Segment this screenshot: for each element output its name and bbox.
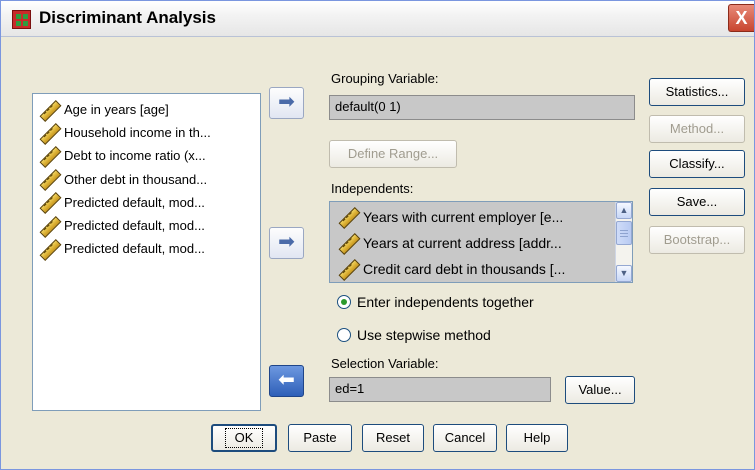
close-button[interactable]: X	[728, 4, 754, 32]
list-item[interactable]: Household income in th...	[39, 121, 260, 144]
cancel-button[interactable]: Cancel	[433, 424, 497, 452]
radio-unchecked-icon	[337, 328, 351, 342]
ruler-icon	[338, 260, 356, 278]
value-button[interactable]: Value...	[565, 376, 635, 404]
grouping-variable-field[interactable]: default(0 1)	[329, 95, 635, 120]
ruler-icon	[39, 101, 57, 119]
list-item-label: Predicted default, mod...	[64, 194, 205, 210]
ruler-icon	[39, 240, 57, 258]
list-item[interactable]: Predicted default, mod...	[39, 214, 260, 237]
list-item[interactable]: Age in years [age]	[39, 98, 260, 121]
list-item-label: Debt to income ratio (x...	[64, 148, 206, 164]
reset-button[interactable]: Reset	[362, 424, 424, 452]
ok-label: OK	[224, 428, 264, 448]
stepwise-radio[interactable]: Use stepwise method	[337, 327, 491, 343]
list-item-label: Years at current address [addr...	[363, 235, 562, 251]
stepwise-label: Use stepwise method	[357, 327, 491, 343]
independents-label: Independents:	[331, 181, 414, 196]
bootstrap-button[interactable]: Bootstrap...	[649, 226, 745, 254]
scroll-thumb[interactable]	[616, 221, 632, 245]
scroll-up-icon[interactable]: ▲	[616, 202, 632, 219]
move-to-grouping-button[interactable]: ➡	[269, 87, 304, 119]
ruler-icon	[39, 217, 57, 235]
window-title: Discriminant Analysis	[39, 8, 216, 27]
save-button[interactable]: Save...	[649, 188, 745, 216]
classify-button[interactable]: Classify...	[649, 150, 745, 178]
statistics-button[interactable]: Statistics...	[649, 78, 745, 106]
move-to-independents-button[interactable]: ➡	[269, 227, 304, 259]
independents-scrollbar[interactable]: ▲ ▼	[615, 202, 632, 282]
ruler-icon	[39, 170, 57, 188]
list-item-label: Other debt in thousand...	[64, 171, 208, 187]
list-item[interactable]: Years with current employer [e...	[338, 204, 563, 230]
ok-button[interactable]: OK	[211, 424, 277, 452]
list-item[interactable]: Predicted default, mod...	[39, 237, 260, 260]
help-button[interactable]: Help	[506, 424, 568, 452]
title-bar[interactable]: Discriminant Analysis X	[1, 1, 754, 37]
grouping-variable-label: Grouping Variable:	[331, 71, 439, 86]
list-item[interactable]: Other debt in thousand...	[39, 168, 260, 191]
list-item-label: Credit card debt in thousands [...	[363, 261, 566, 277]
list-item-label: Household income in th...	[64, 125, 211, 141]
selection-variable-label: Selection Variable:	[331, 356, 439, 371]
list-item-label: Age in years [age]	[64, 102, 169, 118]
paste-button[interactable]: Paste	[288, 424, 352, 452]
method-button[interactable]: Method...	[649, 115, 745, 143]
enter-together-label: Enter independents together	[357, 294, 534, 310]
move-to-selection-button[interactable]: ⬅	[269, 365, 304, 397]
list-item[interactable]: Credit card debt in thousands [...	[338, 256, 565, 282]
spss-app-icon	[12, 10, 31, 29]
enter-together-radio[interactable]: Enter independents together	[337, 294, 534, 310]
list-item[interactable]: Predicted default, mod...	[39, 191, 260, 214]
ruler-icon	[39, 124, 57, 142]
list-item[interactable]: Years at current address [addr...	[338, 230, 562, 256]
source-variable-list[interactable]: Age in years [age] Household income in t…	[32, 93, 261, 411]
scroll-down-icon[interactable]: ▼	[616, 265, 632, 282]
ruler-icon	[338, 208, 356, 226]
dialog-window: Discriminant Analysis X Age in years [ag…	[0, 0, 755, 470]
list-item-label: Predicted default, mod...	[64, 218, 205, 234]
radio-checked-icon	[337, 295, 351, 309]
list-item-label: Years with current employer [e...	[363, 209, 564, 225]
list-item-label: Predicted default, mod...	[64, 241, 205, 257]
ruler-icon	[338, 234, 356, 252]
independents-list[interactable]: Years with current employer [e... Years …	[329, 201, 633, 283]
list-item[interactable]: Debt to income ratio (x...	[39, 144, 260, 167]
ruler-icon	[39, 193, 57, 211]
ruler-icon	[39, 147, 57, 165]
selection-variable-field[interactable]: ed=1	[329, 377, 551, 402]
define-range-button[interactable]: Define Range...	[329, 140, 457, 168]
